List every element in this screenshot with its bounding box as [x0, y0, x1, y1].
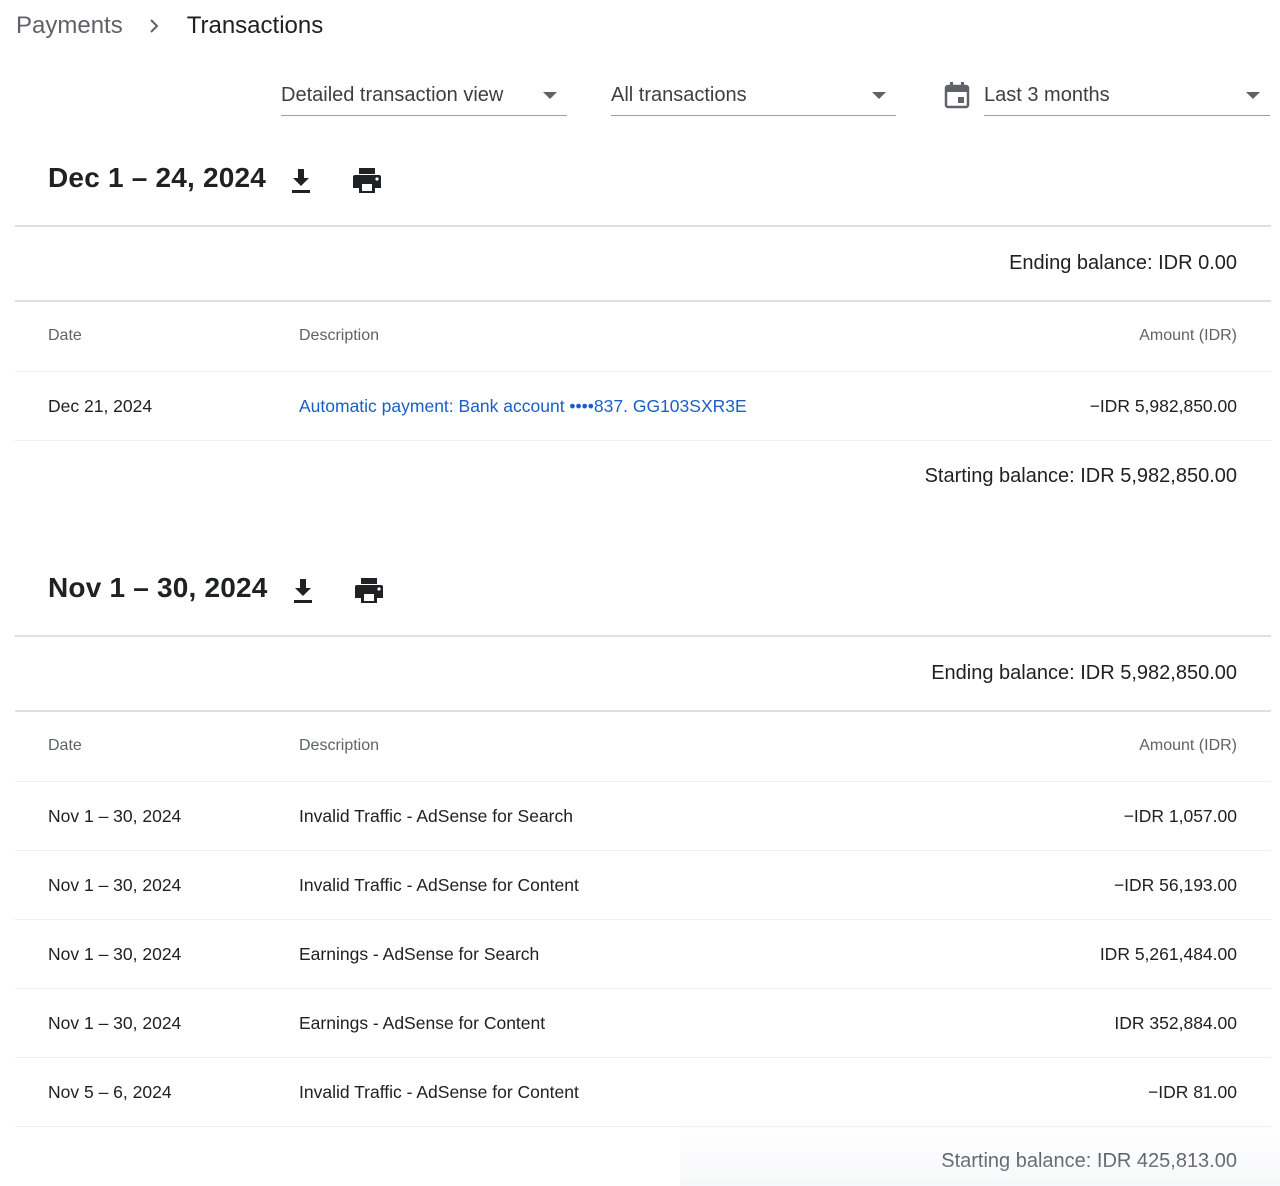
transaction-type-select[interactable]: All transactions: [611, 76, 896, 116]
divider: [15, 225, 1271, 227]
download-button[interactable]: [285, 165, 317, 197]
dropdown-arrow-icon: [543, 92, 557, 99]
chevron-right-icon: [143, 15, 165, 37]
download-icon: [292, 169, 310, 193]
divider: [15, 781, 1271, 782]
row-amount: −IDR 81.00: [1147, 1082, 1237, 1102]
breadcrumb-current: Transactions: [186, 12, 324, 39]
divider: [15, 300, 1271, 302]
breadcrumb-payments-link[interactable]: Payments: [16, 12, 123, 40]
row-description: Invalid Traffic - AdSense for Content: [299, 1082, 579, 1102]
divider: [15, 1126, 1271, 1127]
section-title: Nov 1 – 30, 2024: [48, 572, 268, 603]
row-description: Invalid Traffic - AdSense for Search: [299, 806, 573, 826]
date-range-value: Last 3 months: [984, 84, 1110, 106]
view-select-value: Detailed transaction view: [281, 84, 504, 106]
print-icon: [355, 578, 383, 603]
divider: [15, 635, 1271, 637]
row-date: Nov 1 – 30, 2024: [48, 944, 182, 964]
row-amount: IDR 5,261,484.00: [1099, 944, 1237, 964]
row-amount: IDR 352,884.00: [1114, 1013, 1237, 1033]
column-header-date: Date: [48, 737, 82, 754]
starting-balance: Starting balance: IDR 425,813.00: [941, 1150, 1237, 1172]
section-title: Dec 1 – 24, 2024: [48, 162, 267, 193]
divider: [15, 850, 1271, 851]
divider: [15, 1057, 1271, 1058]
column-header-amount: Amount (IDR): [1139, 737, 1237, 754]
view-select[interactable]: Detailed transaction view: [281, 76, 567, 116]
download-icon: [294, 579, 312, 603]
column-header-description: Description: [299, 737, 380, 754]
row-date: Nov 1 – 30, 2024: [48, 806, 182, 826]
download-button[interactable]: [287, 575, 319, 607]
print-icon: [353, 168, 381, 193]
dropdown-arrow-icon: [1246, 92, 1260, 99]
print-button[interactable]: [353, 575, 385, 607]
column-header-date: Date: [48, 327, 82, 344]
row-amount: −IDR 56,193.00: [1113, 875, 1237, 895]
divider: [15, 710, 1271, 712]
divider: [15, 988, 1271, 989]
row-date: Nov 5 – 6, 2024: [48, 1082, 172, 1102]
breadcrumb: Payments Transactions: [16, 10, 323, 42]
row-date: Nov 1 – 30, 2024: [48, 875, 182, 895]
starting-balance: Starting balance: IDR 5,982,850.00: [924, 465, 1237, 487]
ending-balance: Ending balance: IDR 5,982,850.00: [931, 662, 1237, 684]
row-description: Earnings - AdSense for Search: [299, 944, 540, 964]
column-header-amount: Amount (IDR): [1139, 327, 1237, 344]
ending-balance: Ending balance: IDR 0.00: [1009, 252, 1237, 274]
transaction-type-value: All transactions: [611, 84, 747, 106]
print-button[interactable]: [351, 165, 383, 197]
row-description: Invalid Traffic - AdSense for Content: [299, 875, 579, 895]
divider: [15, 371, 1271, 372]
row-amount: −IDR 1,057.00: [1123, 806, 1237, 826]
column-header-description: Description: [299, 327, 380, 344]
calendar-icon: [942, 80, 972, 110]
row-date: Nov 1 – 30, 2024: [48, 1013, 182, 1033]
payment-link[interactable]: Automatic payment: Bank account ••••837.…: [299, 396, 747, 417]
divider: [15, 919, 1271, 920]
dropdown-arrow-icon: [872, 92, 886, 99]
date-range-select[interactable]: Last 3 months: [984, 76, 1270, 116]
row-description: Earnings - AdSense for Content: [299, 1013, 546, 1033]
row-date: Dec 21, 2024: [48, 396, 153, 416]
row-amount: −IDR 5,982,850.00: [1089, 396, 1237, 416]
divider: [15, 440, 1271, 441]
